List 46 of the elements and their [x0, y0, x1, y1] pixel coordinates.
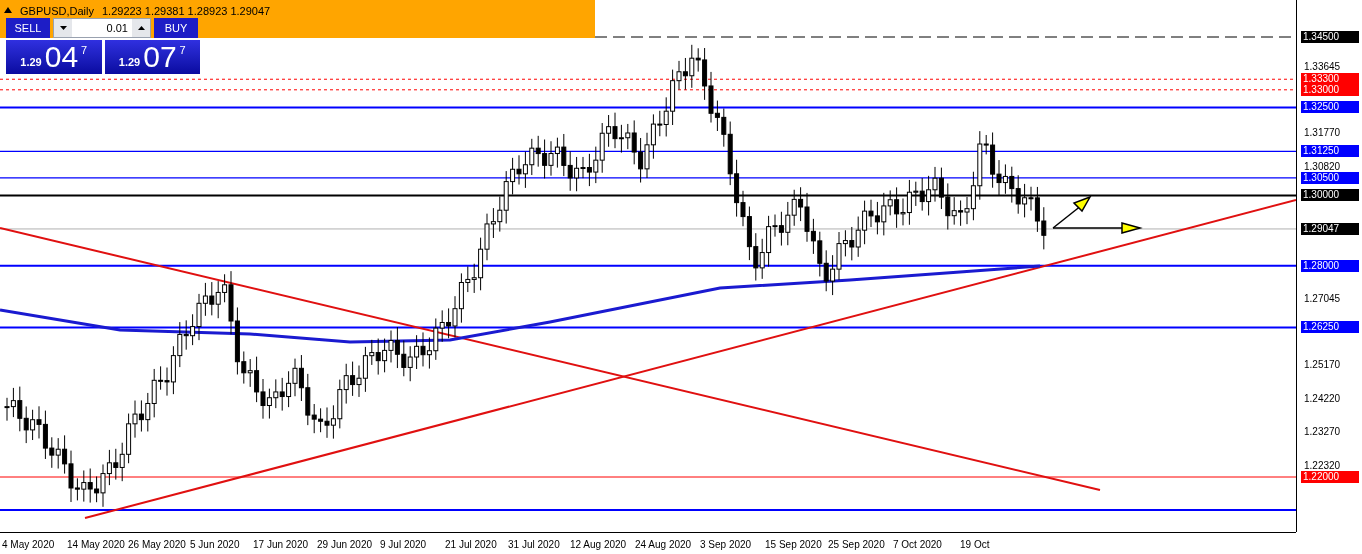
date-label: 4 May 2020 — [2, 538, 55, 552]
price-pip: 7 — [81, 43, 88, 58]
sell-button[interactable]: SELL — [6, 18, 50, 38]
price-tick-label: 1.27045 — [1304, 293, 1341, 306]
date-label: 29 Jun 2020 — [317, 538, 373, 552]
price-level-label: 1.28000 — [1301, 259, 1359, 272]
price-tick-label: 1.30820 — [1304, 160, 1341, 173]
price-level-label: 1.30500 — [1301, 171, 1359, 184]
price-tick-label: 1.33645 — [1304, 61, 1341, 74]
date-label: 7 Oct 2020 — [893, 538, 942, 552]
price-level-label: 1.34500 — [1301, 31, 1359, 43]
date-label: 21 Jul 2020 — [445, 538, 497, 552]
lot-value: 0.01 — [105, 20, 129, 36]
price-prefix: 1.29 — [20, 54, 42, 70]
price-tick-label: 1.23270 — [1304, 426, 1341, 439]
ohlc-values: 1.29223 1.29381 1.28923 1.29047 — [101, 4, 271, 19]
price-level-label: 1.29047 — [1301, 222, 1359, 235]
buy-button[interactable]: BUY — [154, 18, 198, 38]
price-level-label: 1.26250 — [1301, 321, 1359, 334]
symbol-title: GBPUSD,Daily — [20, 4, 94, 19]
date-label: 5 Jun 2020 — [190, 538, 240, 552]
price-tick-label: 1.25170 — [1304, 359, 1341, 372]
date-label: 26 May 2020 — [128, 538, 186, 552]
price-tick-label: 1.24220 — [1304, 392, 1341, 405]
price-level-label: 1.31250 — [1301, 145, 1359, 158]
date-label: 12 Aug 2020 — [570, 538, 627, 552]
date-label: 17 Jun 2020 — [253, 538, 309, 552]
price-level-label: 1.32500 — [1301, 101, 1359, 114]
price-tick-label: 1.31770 — [1304, 127, 1341, 140]
price-level-label: 1.33300 — [1301, 73, 1359, 86]
price-pip: 7 — [179, 43, 186, 58]
price-digits: 07 — [143, 42, 177, 72]
price-digits: 04 — [44, 42, 79, 72]
price-level-label: 1.30000 — [1301, 189, 1359, 202]
date-label: 3 Sep 2020 — [700, 538, 752, 552]
price-level-label: 1.22000 — [1301, 471, 1359, 483]
price-tick-label: 1.22320 — [1304, 459, 1341, 472]
price-prefix: 1.29 — [118, 54, 141, 70]
date-label: 31 Jul 2020 — [508, 538, 560, 552]
date-label: 9 Jul 2020 — [380, 538, 427, 552]
date-label: 19 Oct — [960, 538, 990, 552]
lot-size-spinner[interactable]: 0.01 — [53, 18, 151, 38]
date-label: 24 Aug 2020 — [635, 538, 692, 552]
date-label: 25 Sep 2020 — [828, 538, 885, 552]
date-label: 15 Sep 2020 — [765, 538, 822, 552]
date-label: 14 May 2020 — [67, 538, 125, 552]
